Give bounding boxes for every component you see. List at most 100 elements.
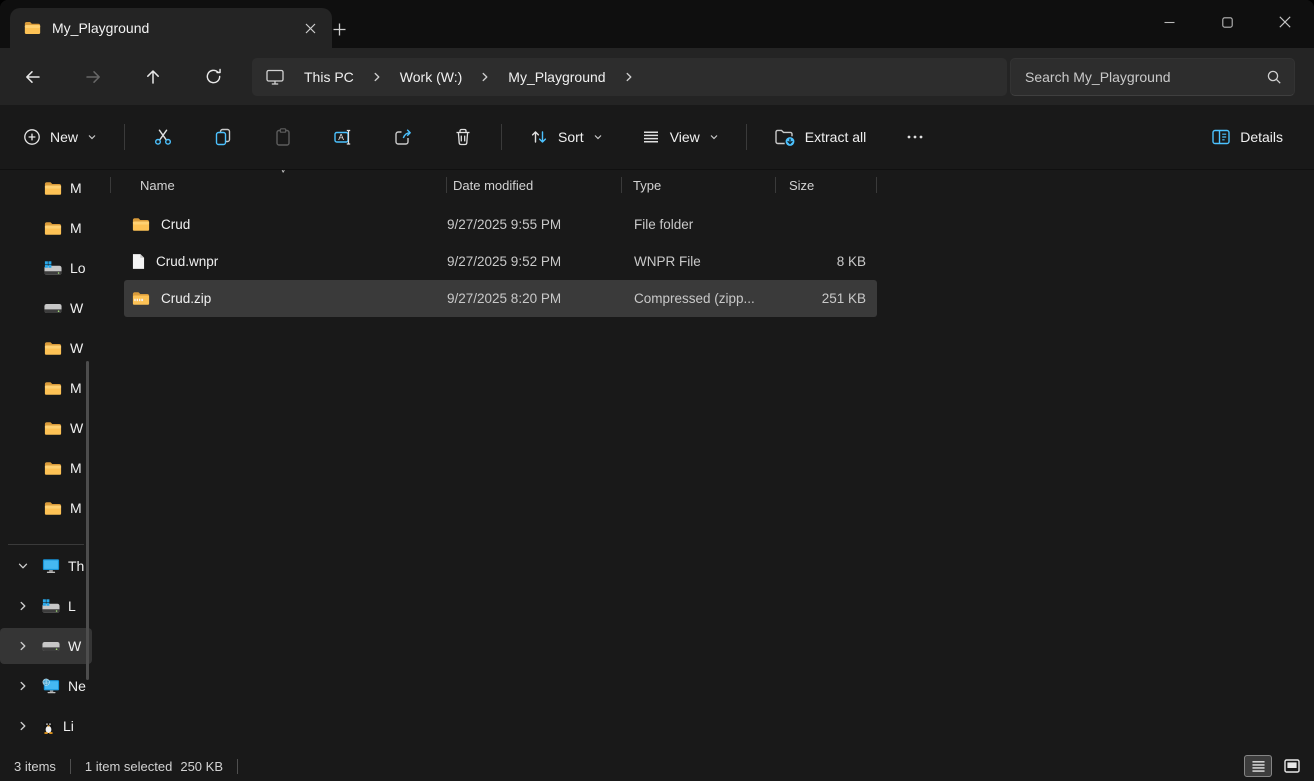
sidebar-item[interactable]: Lo — [0, 250, 92, 286]
folder-icon — [44, 181, 62, 196]
sidebar-item[interactable]: Li — [0, 708, 92, 744]
window-controls — [1140, 0, 1314, 48]
file-name: Crud.wnpr — [156, 254, 218, 269]
search-input[interactable] — [1023, 68, 1266, 86]
file-rows: Crud9/27/2025 9:55 PMFile folderCrud.wnp… — [124, 206, 877, 317]
svg-text:A: A — [338, 132, 344, 142]
up-button[interactable] — [136, 60, 170, 94]
column-header-name[interactable]: Name ˅ — [110, 170, 447, 200]
breadcrumb-chevron-icon[interactable] — [618, 62, 640, 92]
sidebar-item-label: W — [70, 340, 83, 356]
command-bar: New A Sort — [0, 105, 1314, 170]
sidebar-item[interactable]: M — [0, 450, 92, 486]
breadcrumb-item[interactable]: This PC — [292, 64, 366, 90]
file-name: Crud.zip — [161, 291, 211, 306]
paste-button[interactable] — [261, 119, 305, 155]
chevron-right-icon[interactable] — [12, 641, 34, 651]
back-button[interactable] — [16, 60, 50, 94]
sidebar-item[interactable]: W — [0, 290, 92, 326]
sidebar-item-label: W — [70, 420, 83, 436]
toolbar-divider — [124, 124, 125, 150]
folder-icon — [24, 21, 41, 35]
copy-button[interactable] — [201, 119, 245, 155]
drive-windows-icon — [42, 599, 60, 614]
sidebar-item-label: W — [70, 300, 83, 316]
close-button[interactable] — [1256, 0, 1314, 44]
file-name-cell: Crud — [124, 217, 447, 232]
navigation-pane: MMLoWWMWMM ThLWNeLi — [0, 170, 92, 752]
forward-button[interactable] — [76, 60, 110, 94]
sidebar-item-label: M — [70, 180, 82, 196]
sidebar-item-label: M — [70, 380, 82, 396]
chevron-down-icon — [593, 132, 603, 142]
tab-title: My_Playground — [52, 20, 285, 36]
extract-all-button[interactable]: Extract all — [763, 119, 877, 155]
sidebar-item[interactable]: W — [0, 628, 92, 664]
refresh-button[interactable] — [196, 60, 230, 94]
details-button[interactable]: Details — [1200, 119, 1294, 155]
file-icon — [132, 253, 145, 270]
view-button[interactable]: View — [630, 119, 730, 155]
new-button-label: New — [50, 129, 78, 145]
status-divider — [237, 759, 238, 774]
sidebar-item[interactable]: M — [0, 210, 92, 246]
sidebar-item[interactable]: Th — [0, 548, 92, 584]
new-button[interactable]: New — [12, 119, 108, 155]
sidebar-item[interactable]: M — [0, 490, 92, 526]
sidebar-item[interactable]: W — [0, 330, 92, 366]
file-row[interactable]: Crud.zip9/27/2025 8:20 PMCompressed (zip… — [124, 280, 877, 317]
breadcrumb-item[interactable]: Work (W:) — [388, 64, 474, 90]
folder-icon — [44, 381, 62, 396]
file-type: WNPR File — [622, 254, 776, 269]
network-icon — [42, 678, 60, 694]
selection-size: 250 KB — [180, 759, 223, 774]
sidebar-item[interactable]: M — [0, 170, 92, 206]
toolbar-divider — [746, 124, 747, 150]
address-bar[interactable]: This PC Work (W:) My_Playground — [252, 58, 1007, 96]
breadcrumb-chevron-icon[interactable] — [474, 62, 496, 92]
sidebar-item[interactable]: Ne — [0, 668, 92, 704]
file-list: Name ˅ Date modified Type Size Crud9/27/… — [92, 170, 1314, 752]
rename-button[interactable]: A — [321, 119, 365, 155]
details-button-label: Details — [1240, 129, 1283, 145]
see-more-button[interactable] — [893, 119, 937, 155]
drive-icon — [44, 302, 62, 315]
sidebar-scrollbar[interactable] — [86, 361, 89, 680]
chevron-down-icon — [709, 132, 719, 142]
breadcrumb-item[interactable]: My_Playground — [496, 64, 617, 90]
delete-button[interactable] — [441, 119, 485, 155]
this-pc-icon[interactable] — [258, 62, 292, 92]
file-explorer-window: My_Playground — [0, 0, 1314, 781]
sidebar-item[interactable]: M — [0, 370, 92, 406]
large-icons-view-button[interactable] — [1278, 755, 1306, 777]
file-row[interactable]: Crud9/27/2025 9:55 PMFile folder — [124, 206, 877, 243]
file-name-cell: Crud.zip — [124, 291, 447, 306]
column-header-type[interactable]: Type — [622, 170, 776, 200]
file-row[interactable]: Crud.wnpr9/27/2025 9:52 PMWNPR File8 KB — [124, 243, 877, 280]
details-view-button[interactable] — [1244, 755, 1272, 777]
sort-button[interactable]: Sort — [518, 119, 614, 155]
sidebar-item[interactable]: W — [0, 410, 92, 446]
selection-info: 1 item selected 250 KB — [85, 759, 223, 774]
explorer-tab[interactable]: My_Playground — [10, 8, 332, 48]
column-header-size[interactable]: Size — [776, 170, 877, 200]
sidebar-item[interactable]: L — [0, 588, 92, 624]
share-button[interactable] — [381, 119, 425, 155]
status-divider — [70, 759, 71, 774]
breadcrumb-chevron-icon[interactable] — [366, 62, 388, 92]
cut-button[interactable] — [141, 119, 185, 155]
chevron-right-icon[interactable] — [12, 721, 34, 731]
linux-icon — [42, 719, 55, 734]
minimize-button[interactable] — [1140, 0, 1198, 44]
new-tab-button[interactable] — [324, 15, 354, 43]
maximize-button[interactable] — [1198, 0, 1256, 44]
search-box[interactable] — [1010, 58, 1295, 96]
tab-close-button[interactable] — [296, 14, 324, 42]
chevron-right-icon[interactable] — [12, 681, 34, 691]
navigation-bar: This PC Work (W:) My_Playground — [0, 48, 1314, 105]
chevron-down-icon[interactable] — [12, 561, 34, 571]
view-button-label: View — [670, 129, 700, 145]
column-header-date-modified[interactable]: Date modified — [447, 170, 622, 200]
extract-all-label: Extract all — [805, 129, 866, 145]
chevron-right-icon[interactable] — [12, 601, 34, 611]
